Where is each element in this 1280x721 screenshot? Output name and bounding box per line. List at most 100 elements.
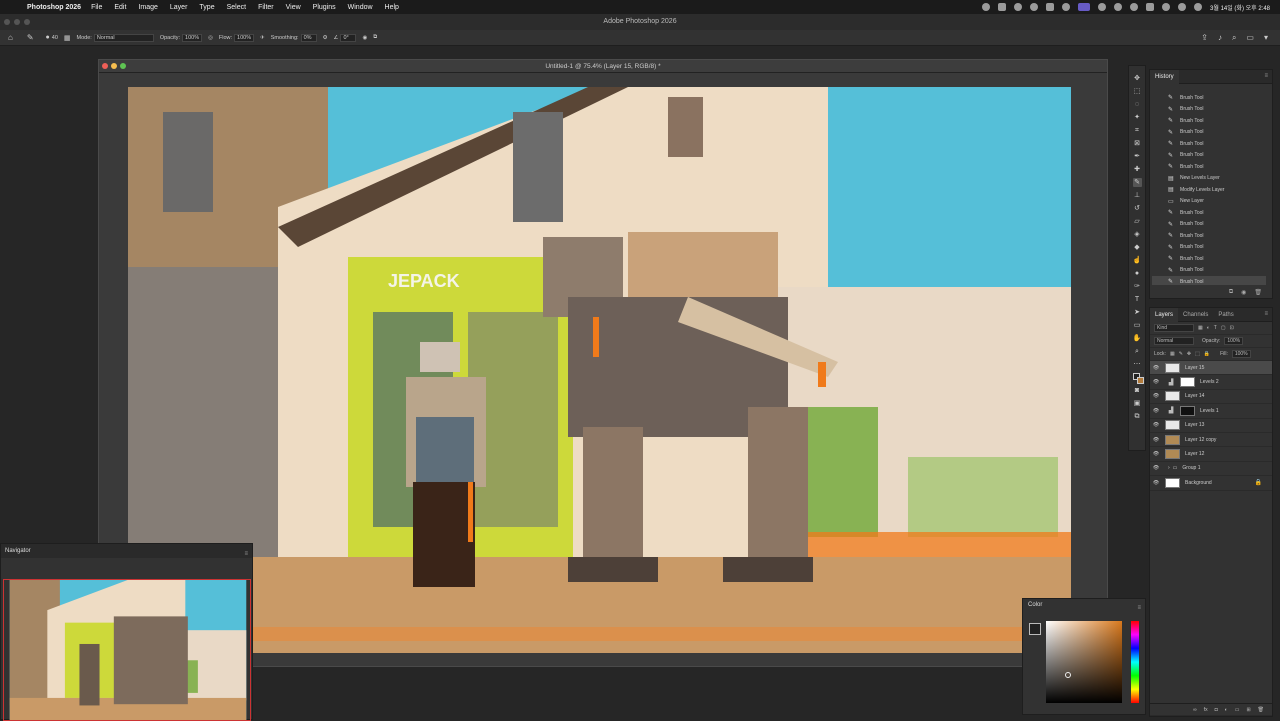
menu-type[interactable]: Type (199, 4, 214, 11)
filter-pixel-icon[interactable]: ▦ (1198, 325, 1203, 331)
bluetooth-icon[interactable] (1098, 3, 1107, 11)
filter-adjustment-icon[interactable]: ◐ (1207, 325, 1210, 331)
status-icon[interactable] (1014, 3, 1023, 11)
add-mask-icon[interactable]: ◘ (1215, 707, 1218, 713)
paint-bucket-tool-icon[interactable]: ◈ (1133, 230, 1142, 239)
layer-row[interactable]: 👁 › ▭ Group 1 (1150, 462, 1272, 477)
fg-bg-swatch-icon[interactable] (1029, 623, 1041, 635)
input-source-icon[interactable] (1130, 3, 1139, 11)
history-item[interactable]: ▤ Modify Levels Layer (1152, 184, 1266, 196)
document-close-button[interactable] (102, 63, 108, 69)
lock-icon[interactable]: 🔒 (1255, 479, 1262, 486)
history-item[interactable]: ▭ New Layer (1152, 196, 1266, 208)
brush-tool-icon[interactable]: ✎ (27, 33, 34, 42)
move-tool-icon[interactable]: ✥ (1133, 74, 1142, 83)
filter-type-icon[interactable]: T (1214, 325, 1217, 331)
brush-preset-picker[interactable]: ● 40 (46, 34, 58, 41)
pressure-size-icon[interactable]: ◉ (362, 35, 367, 41)
panel-menu-icon[interactable]: ≡ (244, 547, 248, 561)
new-group-icon[interactable]: ▭ (1235, 707, 1240, 713)
layer-row[interactable]: 👁 ▟ Levels 1 (1150, 404, 1272, 419)
visibility-eye-icon[interactable]: 👁 (1150, 437, 1162, 443)
snapshot-icon[interactable]: ◉ (1241, 289, 1246, 296)
eyedropper-tool-icon[interactable]: ✒ (1133, 152, 1142, 161)
status-icon[interactable] (1046, 3, 1055, 11)
visibility-eye-icon[interactable]: 👁 (1150, 465, 1162, 471)
panel-menu-icon[interactable]: ≡ (1264, 311, 1268, 317)
history-item[interactable]: ✎ Brush Tool (1152, 115, 1266, 127)
visibility-eye-icon[interactable]: 👁 (1150, 408, 1162, 414)
lock-position-icon[interactable]: ✥ (1187, 351, 1191, 357)
flow-input[interactable]: 100% (234, 33, 255, 42)
history-item[interactable]: ✎ Brush Tool (1152, 207, 1266, 219)
history-item[interactable]: ✎ Brush Tool (1152, 150, 1266, 162)
workspace-icon[interactable]: ▭ (1246, 33, 1254, 43)
new-document-from-state-icon[interactable]: ⧉ (1229, 289, 1233, 296)
color-field[interactable] (1046, 621, 1122, 703)
history-item[interactable]: ✎ Brush Tool (1152, 276, 1266, 285)
visibility-eye-icon[interactable]: 👁 (1150, 379, 1162, 385)
more-tools-icon[interactable]: ⋯ (1133, 360, 1142, 369)
blend-mode-select[interactable]: Normal (1154, 337, 1194, 345)
notification-icon[interactable]: ♪ (1218, 33, 1222, 43)
document-minimize-button[interactable] (111, 63, 117, 69)
history-item[interactable]: ✎ Brush Tool (1152, 253, 1266, 265)
tab-history[interactable]: History (1150, 69, 1179, 84)
menu-file[interactable]: File (91, 4, 102, 11)
visibility-eye-icon[interactable]: 👁 (1150, 422, 1162, 428)
history-item[interactable]: ✎ Brush Tool (1152, 242, 1266, 254)
type-tool-icon[interactable]: T (1133, 295, 1142, 304)
kind-filter-select[interactable]: Kind (1154, 324, 1194, 332)
lasso-tool-icon[interactable]: ◌ (1133, 100, 1142, 109)
layer-row[interactable]: 👁 ▟ Levels 2 (1150, 375, 1272, 390)
smoothing-input[interactable]: 0% (300, 33, 317, 42)
history-item[interactable]: ✎ Brush Tool (1152, 92, 1266, 104)
smudge-tool-icon[interactable]: ☝ (1133, 256, 1142, 265)
screen-mode-icon[interactable]: ▣ (1133, 399, 1142, 408)
history-item[interactable]: ✎ Brush Tool (1152, 161, 1266, 173)
menu-help[interactable]: Help (385, 4, 399, 11)
mode-select[interactable]: Normal (93, 33, 154, 42)
layer-row[interactable]: 👁 Layer 14 (1150, 390, 1272, 405)
navigator-thumbnail[interactable] (3, 579, 251, 721)
brush-tool-icon[interactable]: ✎ (1132, 178, 1142, 187)
zoom-button[interactable] (24, 19, 30, 25)
menu-window[interactable]: Window (348, 4, 373, 11)
hand-tool-icon[interactable]: ✋ (1133, 334, 1142, 343)
new-adjustment-icon[interactable]: ◐ (1225, 707, 1228, 713)
chevron-right-icon[interactable]: › (1168, 465, 1170, 471)
wifi-icon[interactable] (1146, 3, 1155, 11)
search-icon[interactable]: ⌕ (1232, 33, 1236, 43)
tab-layers[interactable]: Layers (1150, 307, 1179, 322)
layer-style-icon[interactable]: fx (1204, 707, 1208, 713)
minimize-button[interactable] (14, 19, 20, 25)
menu-plugins[interactable]: Plugins (313, 4, 336, 11)
history-item[interactable]: ✎ Brush Tool (1152, 219, 1266, 231)
blur-tool-icon[interactable]: ◆ (1133, 243, 1142, 252)
smoothing-gear-icon[interactable]: ⚙ (323, 35, 328, 41)
history-item[interactable]: ✎ Brush Tool (1152, 104, 1266, 116)
close-button[interactable] (4, 19, 10, 25)
delete-icon[interactable]: 🗑 (1254, 289, 1262, 296)
panel-menu-icon[interactable]: ≡ (1137, 602, 1141, 615)
angle-input[interactable]: 0° (340, 33, 357, 42)
canvas[interactable]: JEPACK (128, 87, 1071, 653)
document-zoom-button[interactable] (120, 63, 126, 69)
delete-layer-icon[interactable]: 🗑 (1258, 707, 1264, 713)
status-icon[interactable] (1030, 3, 1039, 11)
lock-artboard-icon[interactable]: ⬚ (1195, 351, 1200, 357)
history-item[interactable]: ✎ Brush Tool (1152, 138, 1266, 150)
control-center-icon[interactable] (1178, 3, 1187, 11)
color-swatches-icon[interactable] (1132, 373, 1144, 384)
pressure-opacity-icon[interactable]: ◎ (208, 35, 213, 41)
dodge-tool-icon[interactable]: ● (1133, 269, 1142, 278)
status-icon[interactable] (998, 3, 1007, 11)
menu-image[interactable]: Image (138, 4, 157, 11)
visibility-eye-icon[interactable]: 👁 (1150, 393, 1162, 399)
share-layers-icon[interactable]: ⧉ (1133, 412, 1142, 421)
fill-input[interactable]: 100% (1231, 350, 1251, 358)
new-layer-icon[interactable]: ⊞ (1246, 707, 1250, 713)
brush-settings-icon[interactable]: ▦ (64, 34, 71, 42)
panel-menu-icon[interactable]: ≡ (1264, 73, 1268, 79)
crop-tool-icon[interactable]: ⌗ (1133, 126, 1142, 135)
